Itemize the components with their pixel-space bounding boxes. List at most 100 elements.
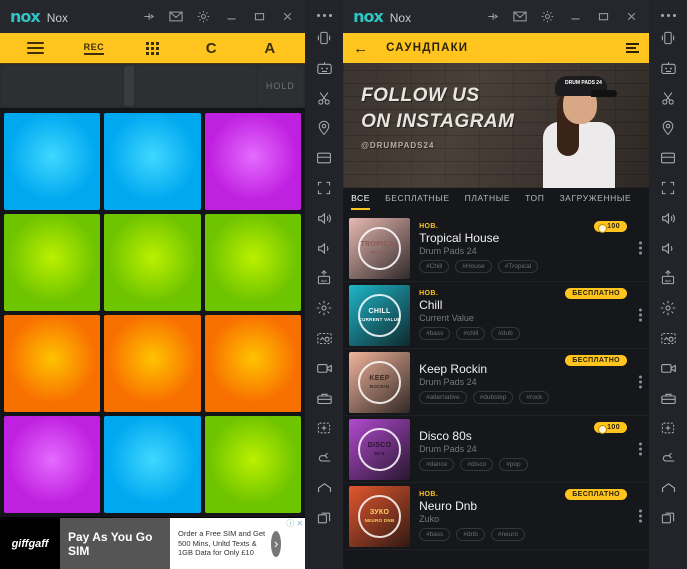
install-apk-icon[interactable]: apk xyxy=(653,263,683,293)
maximize-icon[interactable] xyxy=(596,9,611,24)
install-apk-icon[interactable]: apk xyxy=(309,263,339,293)
volume-up-icon[interactable] xyxy=(653,203,683,233)
soundpack-tag[interactable]: #alternative xyxy=(419,390,467,404)
back-arrow-icon[interactable]: ← xyxy=(353,41,368,56)
soundpack-row[interactable]: KEEP ROCKIN Keep Rockin Drum Pads 24 #altern… xyxy=(343,349,649,416)
letter-a-icon[interactable]: A xyxy=(253,37,287,59)
pad-7[interactable] xyxy=(4,315,101,412)
shake-phone-icon[interactable] xyxy=(653,23,683,53)
pad-2[interactable] xyxy=(104,113,201,210)
sequencer-cell-a[interactable] xyxy=(2,66,122,106)
hold-button[interactable]: HOLD xyxy=(257,66,304,106)
screenshot-icon[interactable] xyxy=(653,323,683,353)
overflow-menu-icon[interactable] xyxy=(639,509,642,523)
ad-close-icon[interactable]: ✕ xyxy=(296,519,303,529)
soundpack-tag[interactable]: #chill xyxy=(456,327,486,340)
home-icon[interactable] xyxy=(309,473,339,503)
soundpack-tag[interactable]: #House xyxy=(455,260,492,273)
volume-up-icon[interactable] xyxy=(309,203,339,233)
performance-icon[interactable] xyxy=(309,293,339,323)
instagram-promo-banner[interactable]: FOLLOW US ON INSTAGRAM @DRUMPADS24 DRUM … xyxy=(343,63,649,188)
recents-icon[interactable] xyxy=(653,503,683,533)
pad-6[interactable] xyxy=(204,214,302,311)
soundpack-tag[interactable]: #rock xyxy=(519,390,550,404)
soundpack-row[interactable]: CHILL CURRENT VALUE НОВ. Chill Current Value… xyxy=(343,282,649,349)
record-video-icon[interactable] xyxy=(653,353,683,383)
maximize-icon[interactable] xyxy=(252,9,267,24)
pad-3[interactable] xyxy=(204,113,302,210)
volume-down-icon[interactable] xyxy=(653,233,683,263)
screenshot-icon[interactable] xyxy=(309,323,339,353)
settings-icon[interactable] xyxy=(196,9,211,24)
pad-12[interactable] xyxy=(204,416,302,513)
minimize-icon[interactable] xyxy=(568,9,583,24)
overflow-menu-icon[interactable] xyxy=(639,308,642,322)
loop-icon[interactable]: C xyxy=(194,37,228,59)
recents-icon[interactable] xyxy=(309,503,339,533)
pad-1[interactable] xyxy=(4,113,101,210)
ad-banner[interactable]: giffgaff Pay As You Go SIM Order a Free … xyxy=(0,517,306,569)
soundpack-tag[interactable]: #Chill xyxy=(419,260,450,273)
soundpack-row[interactable]: ЗУКО NEURO DNB НОВ. Neuro Dnb Zuko #bass #dnb #… xyxy=(343,483,649,550)
performance-icon[interactable] xyxy=(653,293,683,323)
soundpack-tag[interactable]: #neuro xyxy=(490,528,526,541)
close-icon[interactable] xyxy=(280,9,295,24)
scissors-icon[interactable] xyxy=(653,83,683,113)
pad-9[interactable] xyxy=(204,315,302,412)
soundpack-tag[interactable]: #pop xyxy=(499,457,528,471)
sequencer-cell-b[interactable] xyxy=(135,66,256,106)
toolbox-icon[interactable] xyxy=(653,383,683,413)
multi-instance-icon[interactable] xyxy=(309,413,339,443)
soundpack-tag[interactable]: #disco xyxy=(460,457,494,471)
back-icon[interactable] xyxy=(309,443,339,473)
overflow-menu-icon[interactable] xyxy=(639,375,642,389)
tab-1[interactable]: БЕСПЛАТНЫЕ xyxy=(385,193,450,210)
keyboard-mapping-icon[interactable] xyxy=(653,53,683,83)
location-icon[interactable] xyxy=(653,113,683,143)
message-icon[interactable] xyxy=(512,9,527,24)
soundpack-tag[interactable]: #dubstep xyxy=(472,390,514,404)
layout-icon[interactable] xyxy=(309,143,339,173)
soundpack-tag[interactable]: #dub xyxy=(491,327,520,340)
toolbox-icon[interactable] xyxy=(309,383,339,413)
soundpack-tag[interactable]: #Tropical xyxy=(497,260,539,273)
back-icon[interactable] xyxy=(653,443,683,473)
soundpack-row[interactable]: TROPICAL HOUSE НОВ. Tropical House Drum Pads… xyxy=(343,215,649,282)
overflow-menu-icon[interactable] xyxy=(639,442,642,456)
ad-cta-button[interactable]: › xyxy=(271,530,282,557)
pin-icon[interactable] xyxy=(484,9,499,24)
pin-icon[interactable] xyxy=(140,9,155,24)
soundpack-tag[interactable]: #bass xyxy=(419,327,451,340)
pad-10[interactable] xyxy=(4,416,101,513)
message-icon[interactable] xyxy=(168,9,183,24)
grid-icon[interactable] xyxy=(136,37,170,59)
fullscreen-icon[interactable] xyxy=(653,173,683,203)
soundpack-tag[interactable]: #dance xyxy=(419,457,455,471)
soundpack-row[interactable]: DISCO 80'S Disco 80s Drum Pads 24 #dance #dis… xyxy=(343,416,649,483)
close-icon[interactable] xyxy=(624,9,639,24)
record-video-icon[interactable] xyxy=(309,353,339,383)
home-icon[interactable] xyxy=(653,473,683,503)
menu-icon[interactable] xyxy=(18,37,52,59)
tab-0[interactable]: ВСЕ xyxy=(351,193,371,210)
layout-icon[interactable] xyxy=(653,143,683,173)
overflow-menu-icon[interactable] xyxy=(639,241,642,255)
fullscreen-icon[interactable] xyxy=(309,173,339,203)
pad-5[interactable] xyxy=(104,214,201,311)
filter-icon[interactable] xyxy=(626,43,639,53)
settings-icon[interactable] xyxy=(540,9,555,24)
pad-4[interactable] xyxy=(4,214,101,311)
scissors-icon[interactable] xyxy=(309,83,339,113)
tab-4[interactable]: ЗАГРУЖЕННЫЕ xyxy=(559,193,631,210)
multi-instance-icon[interactable] xyxy=(653,413,683,443)
soundpack-tag[interactable]: #bass xyxy=(419,528,451,541)
pad-11[interactable] xyxy=(104,416,201,513)
more-icon[interactable] xyxy=(660,6,676,23)
location-icon[interactable] xyxy=(309,113,339,143)
keyboard-mapping-icon[interactable] xyxy=(309,53,339,83)
shake-phone-icon[interactable] xyxy=(309,23,339,53)
tab-2[interactable]: ПЛАТНЫЕ xyxy=(465,193,510,210)
ad-info-icon[interactable]: ⓘ xyxy=(286,519,294,529)
tab-3[interactable]: ТОП xyxy=(525,193,544,210)
volume-down-icon[interactable] xyxy=(309,233,339,263)
